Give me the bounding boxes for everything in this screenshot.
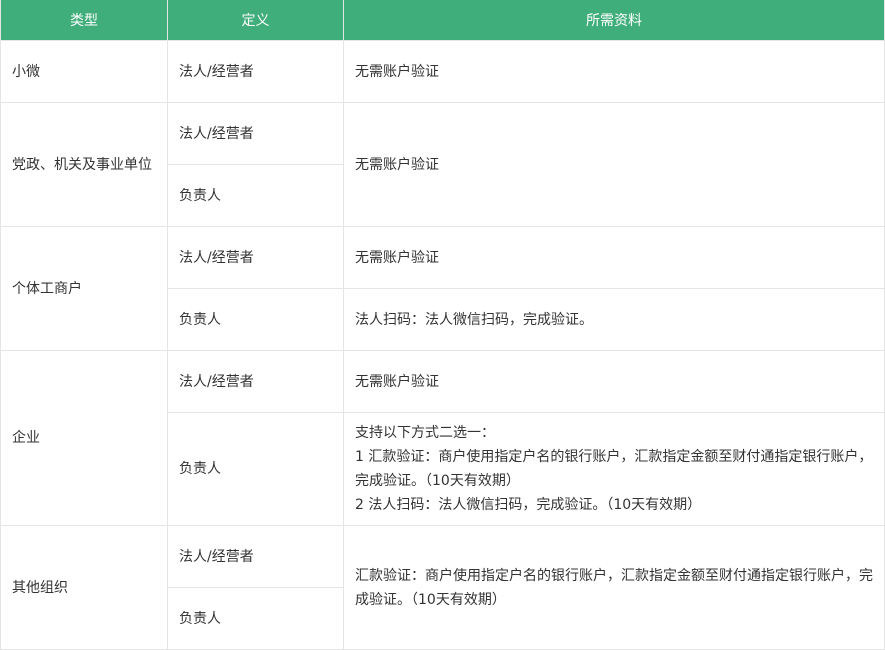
materials-cell: 汇款验证：商户使用指定户名的银行账户，汇款指定金额至财付通指定银行账户，完成验证… [343,525,885,650]
type-cell-enterprise: 企业 [0,350,168,526]
materials-cell: 法人扫码：法人微信扫码，完成验证。 [343,288,885,351]
definition-cell: 法人/经营者 [167,350,344,413]
materials-cell: 无需账户验证 [343,40,885,103]
option-scan: 2 法人扫码：法人微信扫码，完成验证。（10天有效期） [355,497,702,513]
requirements-table: 类型 定义 所需资料 小微 法人/经营者 无需账户验证 党政、机关及事业单位 法… [0,0,885,650]
table-row: 小微 法人/经营者 无需账户验证 [0,40,885,103]
type-cell-xiaowei: 小微 [0,40,168,103]
table-header: 类型 定义 所需资料 [0,0,885,41]
options-intro: 支持以下方式二选一： [355,425,495,441]
materials-cell: 无需账户验证 [343,226,885,289]
table-row: 企业 法人/经营者 无需账户验证 [0,350,885,526]
type-cell-party: 党政、机关及事业单位 [0,102,168,227]
definition-cell: 法人/经营者 [167,40,344,103]
type-cell-other: 其他组织 [0,525,168,650]
definition-cell: 负责人 [167,288,344,351]
materials-cell: 无需账户验证 [343,102,885,227]
table-row: 个体工商户 法人/经营者 无需账户验证 [0,226,885,351]
header-type: 类型 [0,0,168,41]
definition-cell: 法人/经营者 [167,102,344,165]
definition-cell: 负责人 [167,164,344,227]
type-cell-individual: 个体工商户 [0,226,168,351]
option-remittance: 1 汇款验证：商户使用指定户名的银行账户，汇款指定金额至财付通指定银行账户，完成… [355,449,873,489]
materials-cell: 无需账户验证 [343,350,885,413]
materials-cell: 支持以下方式二选一： 1 汇款验证：商户使用指定户名的银行账户，汇款指定金额至财… [343,412,885,526]
definition-cell: 负责人 [167,587,344,650]
table-row: 其他组织 法人/经营者 汇款验证：商户使用指定户名的银行账户，汇款指定金额至财付… [0,525,885,650]
header-definition: 定义 [167,0,344,41]
definition-cell: 法人/经营者 [167,525,344,588]
header-materials: 所需资料 [343,0,885,41]
definition-cell: 负责人 [167,412,344,526]
table-row: 党政、机关及事业单位 法人/经营者 无需账户验证 [0,102,885,227]
definition-cell: 法人/经营者 [167,226,344,289]
